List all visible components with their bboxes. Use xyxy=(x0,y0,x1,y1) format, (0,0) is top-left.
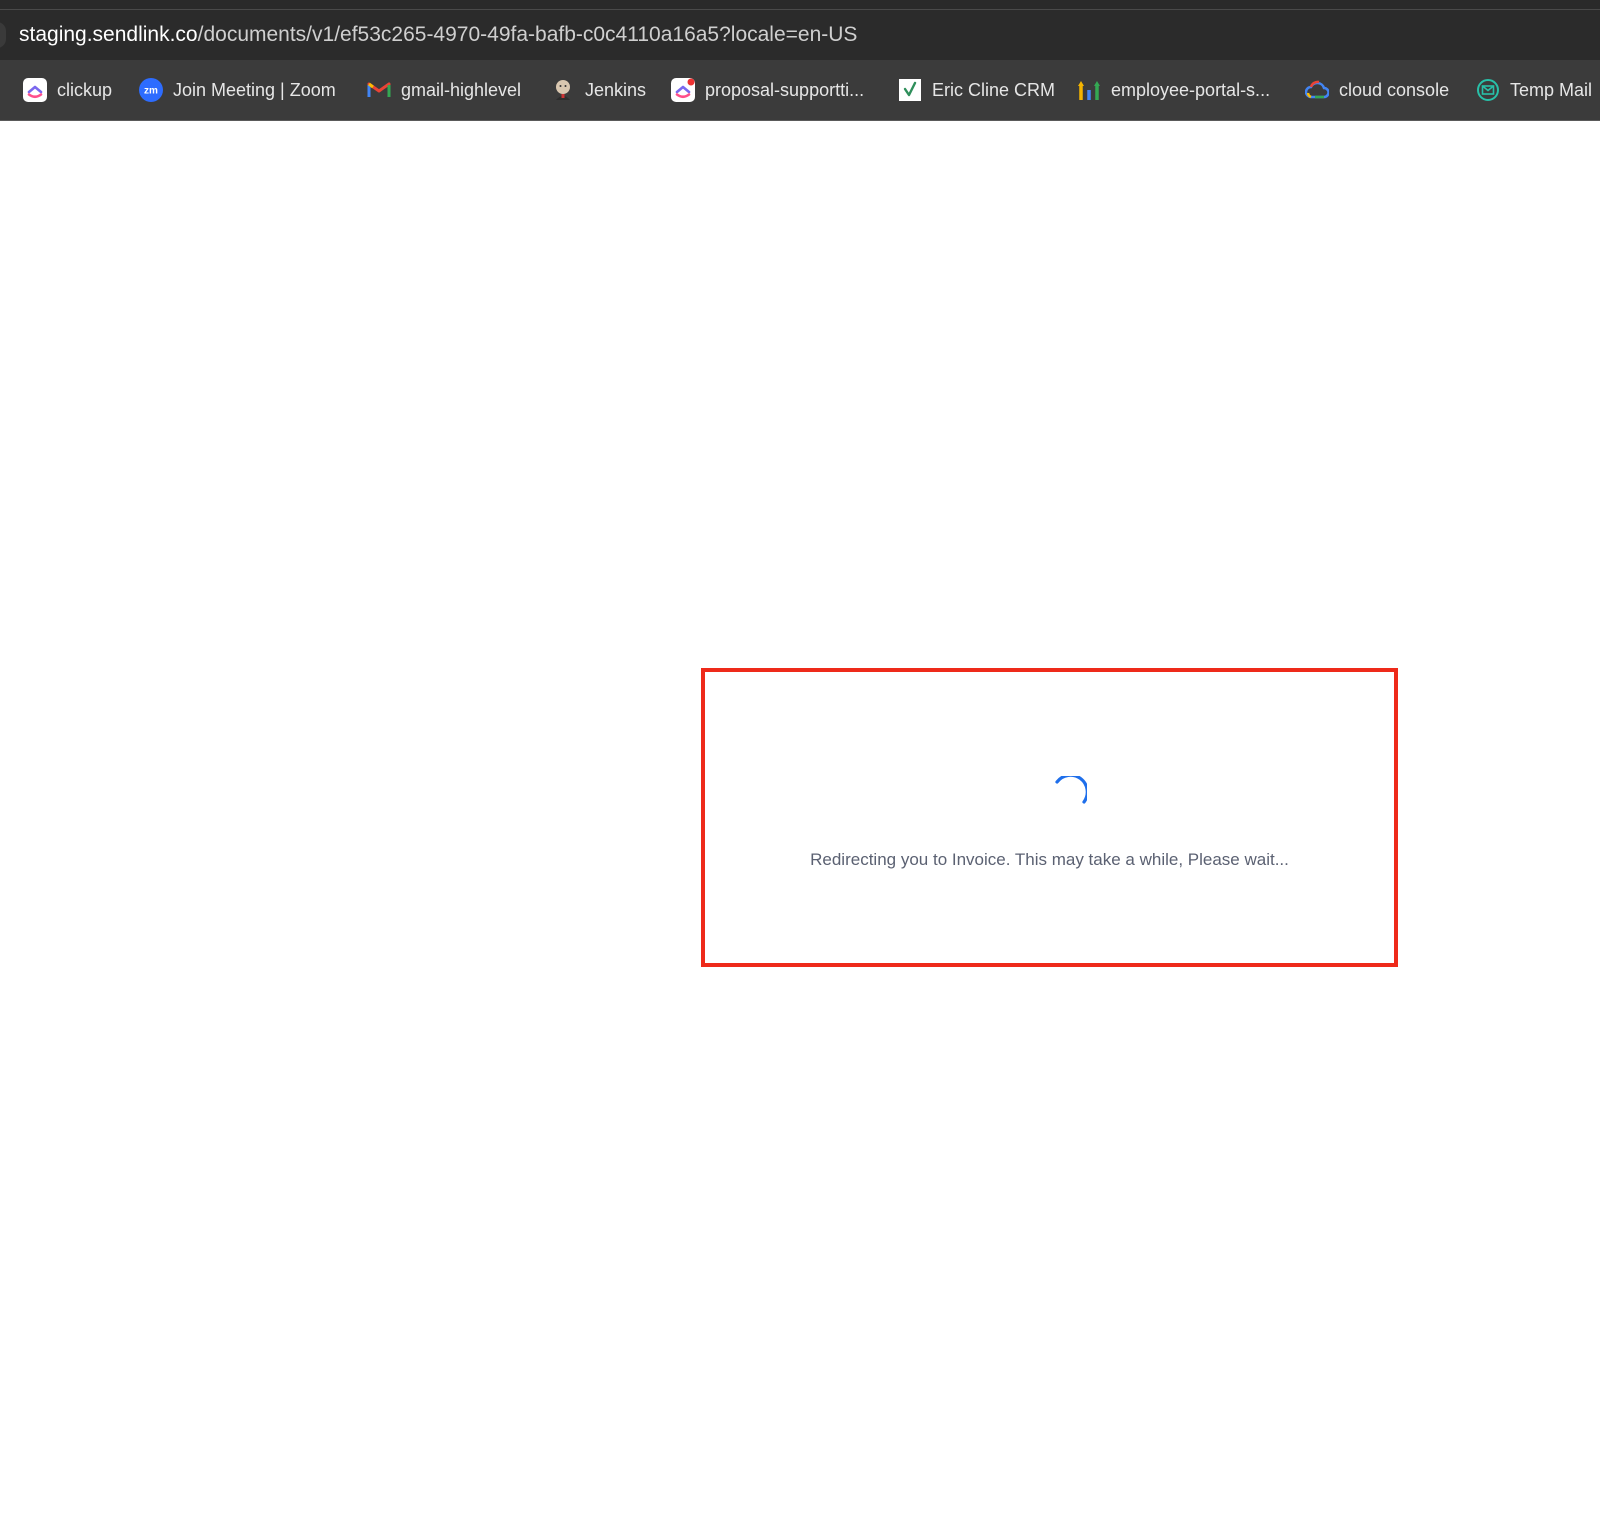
bookmark-zoom[interactable]: zm Join Meeting | Zoom xyxy=(139,60,336,120)
browser-chrome: staging.sendlink.co/documents/v1/ef53c26… xyxy=(0,0,1600,121)
bookmark-jenkins[interactable]: Jenkins xyxy=(551,60,646,120)
google-cloud-icon xyxy=(1304,78,1330,102)
bookmark-label: employee-portal-s... xyxy=(1111,79,1271,100)
bookmark-cloud-console[interactable]: cloud console xyxy=(1304,60,1450,120)
clickup-icon xyxy=(671,78,695,102)
bookmark-label: cloud console xyxy=(1339,79,1450,100)
url-host: staging.sendlink.co xyxy=(19,23,198,46)
bookmark-gmail[interactable]: gmail-highlevel xyxy=(367,60,521,120)
loading-spinner-icon xyxy=(1053,773,1089,810)
tab-strip-edge xyxy=(0,0,1600,10)
bookmark-clickup[interactable]: clickup xyxy=(23,60,112,120)
zoom-icon: zm xyxy=(139,78,163,102)
bookmark-label: proposal-supportti... xyxy=(705,79,865,100)
clickup-icon xyxy=(23,78,47,102)
temp-mail-icon xyxy=(1476,78,1500,102)
bookmark-label: Temp Mail xyxy=(1510,79,1593,100)
bookmark-eric-cline-crm[interactable]: Eric Cline CRM xyxy=(898,60,1055,120)
bookmark-employee-portal[interactable]: employee-portal-s... xyxy=(1077,60,1270,120)
url-path: /documents/v1/ef53c265-4970-49fa-bafb-c0… xyxy=(197,23,858,46)
bookmark-label: gmail-highlevel xyxy=(401,79,522,100)
site-info-icon[interactable] xyxy=(0,22,6,48)
analytics-icon xyxy=(1077,78,1101,102)
url-text[interactable]: staging.sendlink.co/documents/v1/ef53c26… xyxy=(19,22,857,48)
bookmark-label: Join Meeting | Zoom xyxy=(173,79,336,100)
address-bar[interactable]: staging.sendlink.co/documents/v1/ef53c26… xyxy=(0,10,1600,60)
bookmark-label: clickup xyxy=(57,79,113,100)
highlight-annotation xyxy=(701,668,1398,967)
bookmark-proposal[interactable]: proposal-supportti... xyxy=(671,60,864,120)
crm-icon xyxy=(898,78,922,102)
bookmark-label: Eric Cline CRM xyxy=(932,79,1056,100)
svg-text:zm: zm xyxy=(144,86,158,97)
jenkins-icon xyxy=(551,78,575,102)
gmail-icon xyxy=(367,78,391,102)
bookmark-temp-mail[interactable]: Temp Mail xyxy=(1476,60,1592,120)
bookmark-label: Jenkins xyxy=(585,79,647,100)
loading-message: Redirecting you to Invoice. This may tak… xyxy=(810,850,1289,869)
bookmarks-bar: clickup zm Join Meeting | Zoom gmail-hig… xyxy=(0,60,1600,121)
